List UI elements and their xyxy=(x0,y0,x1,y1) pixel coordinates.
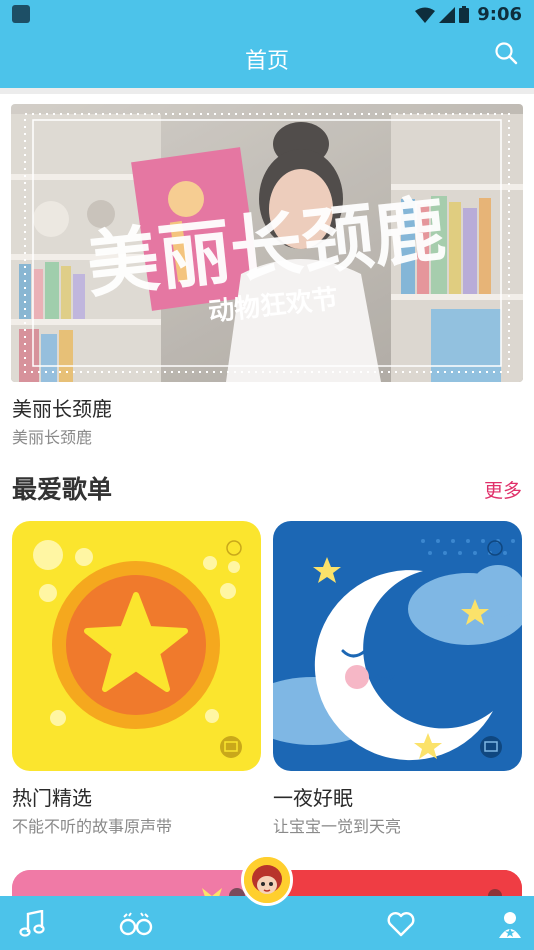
playlist-subtitle-hot: 不能不听的故事原声带 xyxy=(12,817,173,836)
status-bar: 9:06 xyxy=(0,0,534,27)
page-title: 首页 xyxy=(244,49,289,74)
heart-icon[interactable] xyxy=(381,904,421,944)
system-status: 9:06 xyxy=(415,4,522,25)
book-icon xyxy=(480,736,502,758)
user-icon[interactable] xyxy=(490,904,530,944)
playlist-title-hot[interactable]: 热门精选 xyxy=(12,782,92,811)
playlist-title-sleep[interactable]: 一夜好眠 xyxy=(273,782,353,811)
music-note-icon[interactable] xyxy=(12,904,52,944)
glasses-icon[interactable] xyxy=(116,904,156,944)
signal-icon xyxy=(439,6,456,23)
wifi-icon xyxy=(415,7,436,23)
banner-subtitle: 美丽长颈鹿 xyxy=(12,428,93,447)
more-link[interactable]: 更多 xyxy=(484,476,522,503)
battery-icon xyxy=(459,6,470,23)
app-bar-divider xyxy=(0,88,534,94)
playlist-subtitle-sleep: 让宝宝一觉到天亮 xyxy=(273,817,402,836)
book-icon xyxy=(220,736,242,758)
app-bar: 首页 xyxy=(0,27,534,88)
playlist-card-sleep[interactable] xyxy=(273,521,522,771)
featured-banner[interactable]: 美丽长颈鹿 动物狂欢节 xyxy=(11,104,523,382)
banner-title[interactable]: 美丽长颈鹿 xyxy=(12,393,112,422)
section-title: 最爱歌单 xyxy=(12,475,113,504)
clock: 9:06 xyxy=(477,4,522,25)
playlist-card-hot[interactable] xyxy=(12,521,261,771)
search-icon[interactable] xyxy=(494,41,518,65)
app-notification-icon xyxy=(12,5,30,23)
avatar-icon[interactable] xyxy=(241,854,293,906)
